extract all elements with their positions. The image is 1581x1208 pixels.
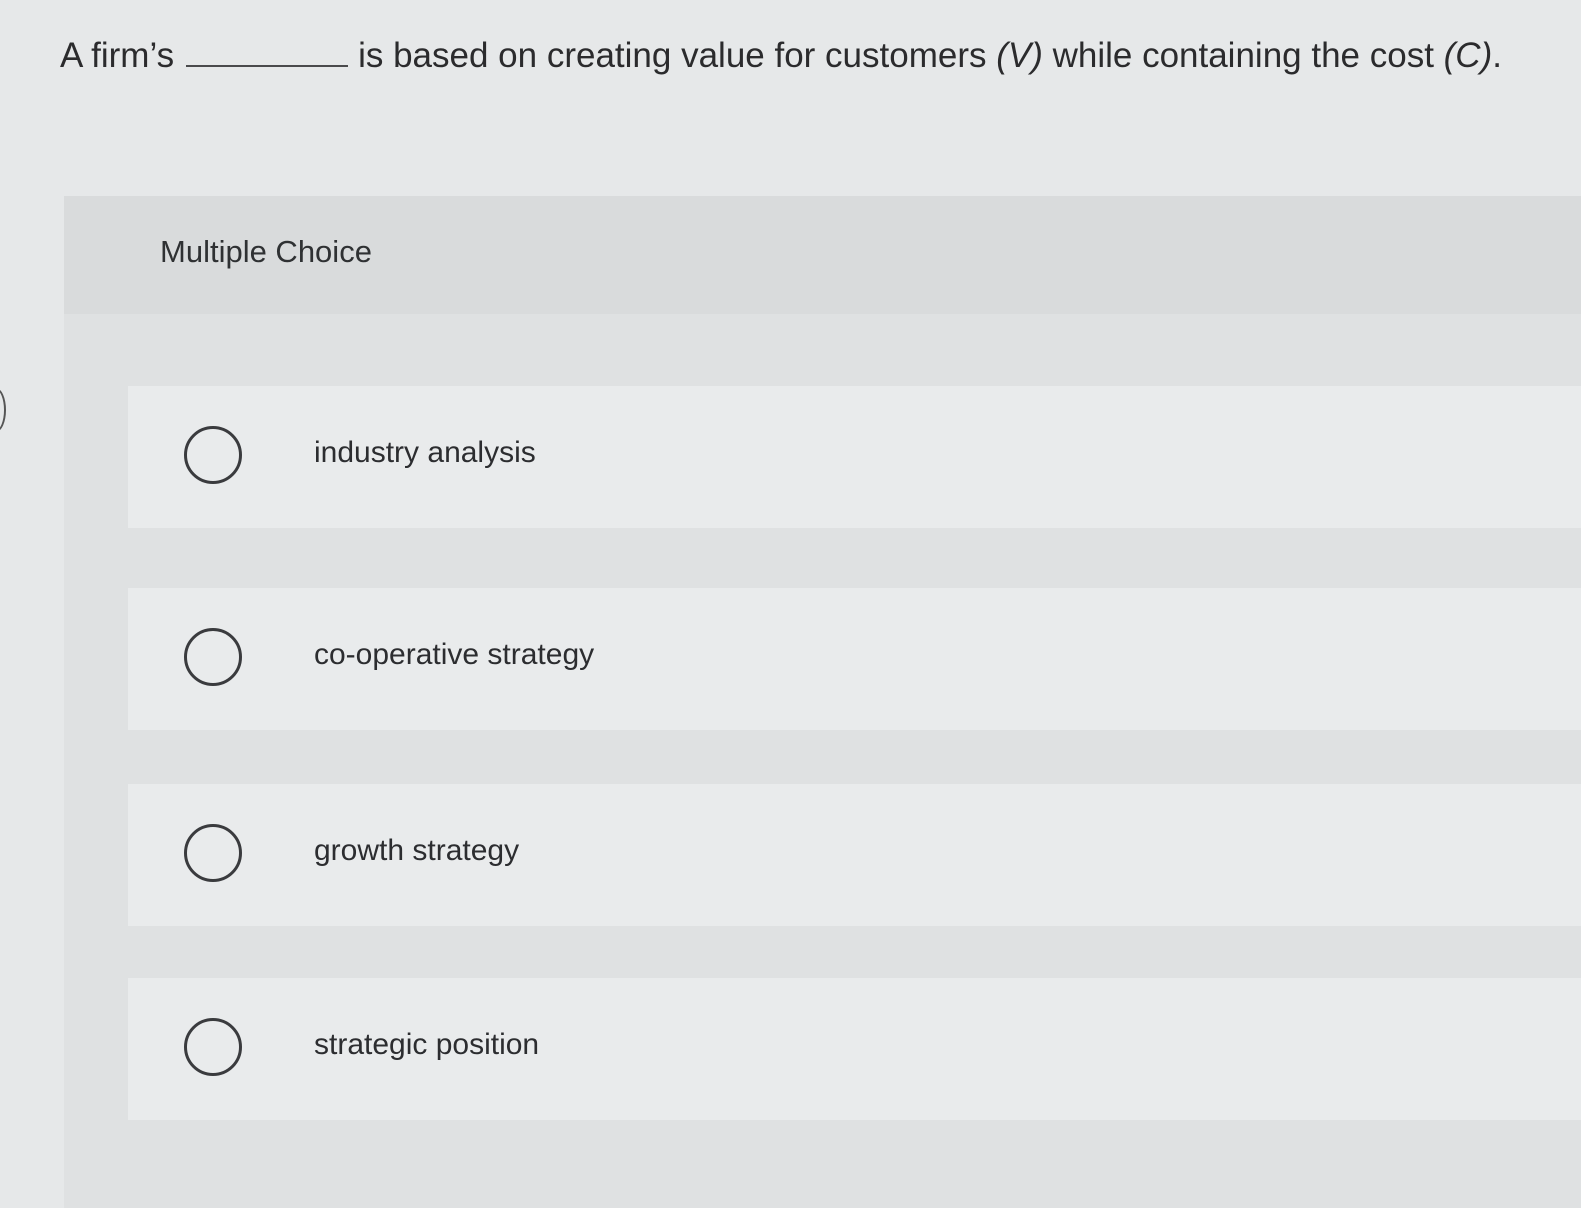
radio-button[interactable] — [184, 1018, 242, 1076]
radio-button[interactable] — [184, 426, 242, 484]
edge-bracket-mark — [0, 388, 6, 432]
question-text: A firm’s is based on creating value for c… — [60, 26, 1560, 86]
option-label: industry analysis — [314, 436, 536, 469]
option-label: co-operative strategy — [314, 638, 595, 671]
question-prefix: A firm’s — [60, 36, 175, 75]
option-label: strategic position — [314, 1028, 540, 1061]
question-middle-2: while containing the cost — [1042, 36, 1444, 75]
radio-button[interactable] — [184, 628, 242, 686]
answer-blank — [186, 64, 349, 67]
answer-panel: Multiple Choice industry analysis co-ope… — [64, 196, 1581, 1208]
cost-symbol: (C) — [1443, 36, 1493, 75]
panel-header: Multiple Choice — [64, 196, 1581, 314]
value-symbol: (V) — [996, 36, 1043, 75]
option-growth-strategy[interactable]: growth strategy — [128, 784, 1581, 926]
radio-button[interactable] — [184, 824, 242, 882]
option-industry-analysis[interactable]: industry analysis — [128, 386, 1581, 528]
option-co-operative-strategy[interactable]: co-operative strategy — [128, 588, 1581, 730]
multiple-choice-label: Multiple Choice — [160, 234, 372, 269]
question-suffix: . — [1492, 36, 1502, 75]
question-middle: is based on creating value for customers — [358, 36, 997, 75]
option-strategic-position[interactable]: strategic position — [128, 978, 1581, 1120]
option-label: growth strategy — [314, 834, 520, 867]
